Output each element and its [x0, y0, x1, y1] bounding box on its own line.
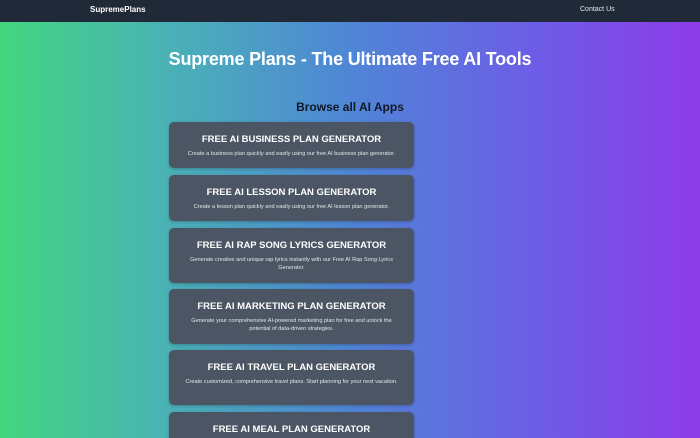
card-description: Generate your comprehensive AI-powered m…: [191, 318, 392, 332]
page-title: Supreme Plans - The Ultimate Free AI Too…: [168, 49, 532, 69]
contact-us-link[interactable]: Contact Us: [580, 6, 615, 13]
card-title: FREE AI RAP SONG LYRICS GENERATOR: [196, 240, 387, 251]
card-description: Create a business plan quickly and easil…: [187, 151, 396, 157]
app-card-marketing-plan[interactable]: FREE AI MARKETING PLAN GENERATOR Generat…: [169, 289, 414, 344]
app-card-business-plan[interactable]: FREE AI BUSINESS PLAN GENERATOR Create a…: [169, 122, 414, 168]
section-heading: Browse all AI Apps: [296, 100, 404, 114]
app-card-meal-plan[interactable]: FREE AI MEAL PLAN GENERATOR: [169, 412, 414, 438]
card-title: FREE AI BUSINESS PLAN GENERATOR: [201, 134, 382, 145]
card-description: Generate creative and unique rap lyrics …: [190, 257, 393, 271]
card-title: FREE AI MEAL PLAN GENERATOR: [212, 424, 371, 435]
card-description: Create customized, comprehensive travel …: [185, 379, 398, 385]
card-title: FREE AI TRAVEL PLAN GENERATOR: [207, 362, 376, 373]
card-description: Create a lesson plan quickly and easily …: [193, 204, 390, 210]
app-card-travel-plan[interactable]: FREE AI TRAVEL PLAN GENERATOR Create cus…: [169, 350, 414, 405]
app-card-lesson-plan[interactable]: FREE AI LESSON PLAN GENERATOR Create a l…: [169, 175, 414, 221]
brand-logo-link[interactable]: SupremePlans: [90, 5, 146, 14]
card-title: FREE AI MARKETING PLAN GENERATOR: [197, 301, 386, 312]
app-card-rap-lyrics[interactable]: FREE AI RAP SONG LYRICS GENERATOR Genera…: [169, 228, 414, 283]
top-navbar: SupremePlans Contact Us: [0, 0, 700, 22]
card-title: FREE AI LESSON PLAN GENERATOR: [206, 187, 377, 198]
